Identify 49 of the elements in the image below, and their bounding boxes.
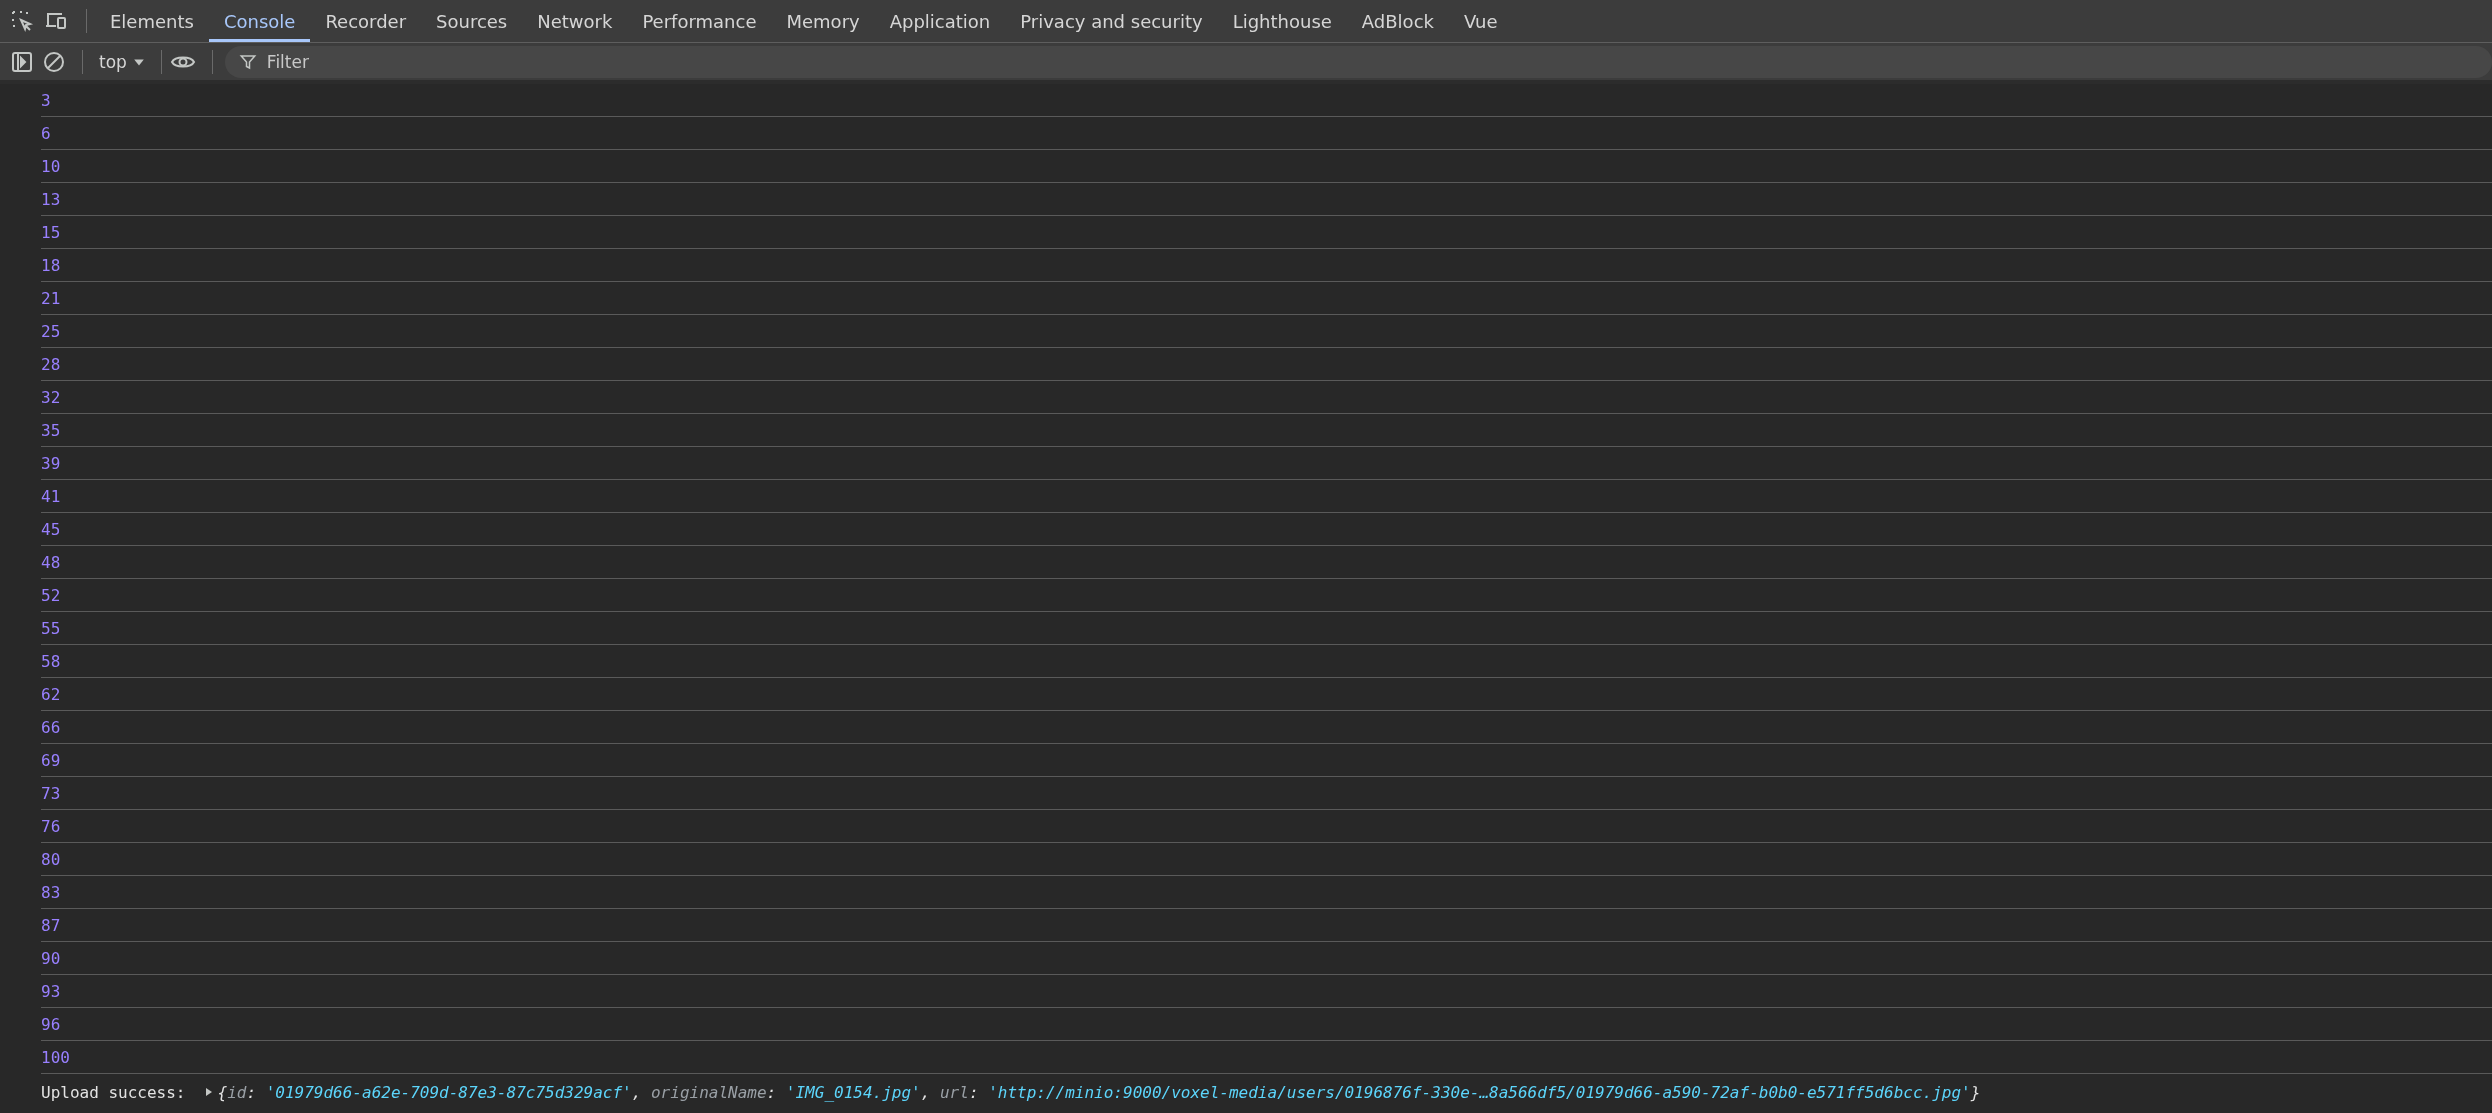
log-number: 41 [41,486,61,506]
sidebar-toggle-icon[interactable] [10,49,34,74]
panel-tab[interactable]: Recorder [310,0,422,42]
log-number: 18 [41,255,61,275]
log-number: 90 [41,948,61,968]
log-number: 55 [41,618,61,638]
log-number: 62 [41,684,61,704]
log-number: 32 [41,387,61,407]
panel-tab[interactable]: Network [522,0,628,42]
panel-tab[interactable]: AdBlock [1346,0,1449,42]
log-number: 6 [41,123,51,143]
log-number: 100 [41,1047,70,1067]
context-dropdown[interactable]: top [91,51,153,72]
panel-tab[interactable]: Memory [771,0,875,42]
log-number: 3 [41,90,51,110]
log-number: 10 [41,156,61,176]
panel-tab[interactable]: Lighthouse [1217,0,1347,42]
panel-tab[interactable]: Application [874,0,1006,42]
log-number: 45 [41,519,61,539]
log-number: 52 [41,585,61,605]
log-number: 66 [41,717,61,737]
element-picker-icon[interactable] [10,9,34,33]
log-number: 21 [41,288,61,308]
clear-console-icon[interactable] [42,49,66,74]
filter-field[interactable]: Filter [224,45,2492,78]
log-number: 39 [41,453,61,473]
log-number: 58 [41,651,61,671]
log-number: 48 [41,552,61,572]
object-preview: {id: '01979d66-a62e-709d-87e3-87c75d329acf', originalName: 'IMG_0154.jpg', url: 'http://minio:9000/voxel-media/users/0196876f-330e-…8a566df5/01979d66-a590-72af-b0b0-e571ff5d6bcc.jpg'} [217,1082,1981,1102]
expand-triangle-icon[interactable] [203,1087,214,1097]
log-number: 69 [41,750,61,770]
log-label: Upload success: [41,1082,186,1102]
log-number: 28 [41,354,61,374]
log-number: 80 [41,849,61,869]
log-number: 73 [41,783,61,803]
panel-tab[interactable]: Sources [421,0,523,42]
log-number: 76 [41,816,61,836]
log-number: 96 [41,1014,61,1034]
log-number: 93 [41,981,61,1001]
log-number: 83 [41,882,61,902]
panel-tab[interactable]: Vue [1448,0,1513,42]
panel-tab[interactable]: Performance [627,0,772,42]
log-number: 87 [41,915,61,935]
log-number: 35 [41,420,61,440]
log-number: 13 [41,189,61,209]
panel-tab[interactable]: Elements [95,0,209,42]
log-number: 25 [41,321,61,341]
log-number: 15 [41,222,61,242]
panel-tab[interactable]: Privacy and security [1005,0,1218,42]
